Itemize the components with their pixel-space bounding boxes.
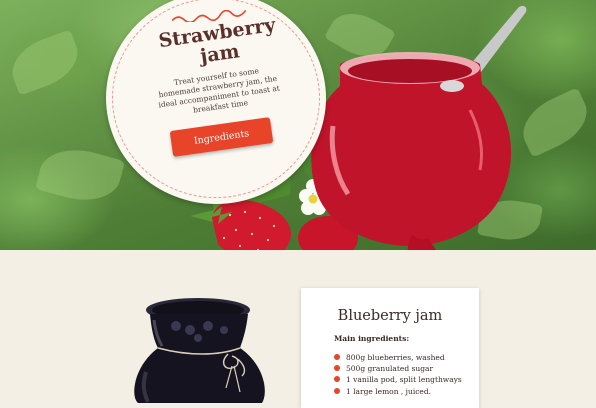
ingredients-list: 800g blueberries, washed 500g granulated… <box>334 352 462 397</box>
blueberry-title: Blueberry jam <box>337 308 443 324</box>
list-item: 1 large lemon , juiced. <box>334 386 462 397</box>
paper-section <box>0 250 596 403</box>
bullet-dot-icon <box>334 387 340 394</box>
strawberry-intro-card: Strawberry jam Treat yourself to some ho… <box>106 0 326 204</box>
ingredient-text: 800g blueberries, washed <box>346 353 445 362</box>
ingredients-heading: Main ingredients: <box>334 334 410 343</box>
list-item: 500g granulated sugar <box>334 363 462 374</box>
blueberry-recipe-card: Blueberry jam Main ingredients: 800g blu… <box>301 288 479 408</box>
bullet-dot-icon <box>334 376 340 383</box>
blueberry-jam-jar <box>134 298 265 403</box>
ingredient-text: 500g granulated sugar <box>346 364 434 374</box>
bullet-dot-icon <box>334 365 340 372</box>
ingredient-text: 1 vanilla pod, split lengthways <box>346 375 462 385</box>
list-item: 1 vanilla pod, split lengthways <box>334 374 462 385</box>
ingredient-text: 1 large lemon , juiced. <box>346 386 432 396</box>
list-item: 800g blueberries, washed <box>334 352 462 363</box>
bullet-dot-icon <box>334 354 340 360</box>
scalloped-edge <box>0 249 596 256</box>
